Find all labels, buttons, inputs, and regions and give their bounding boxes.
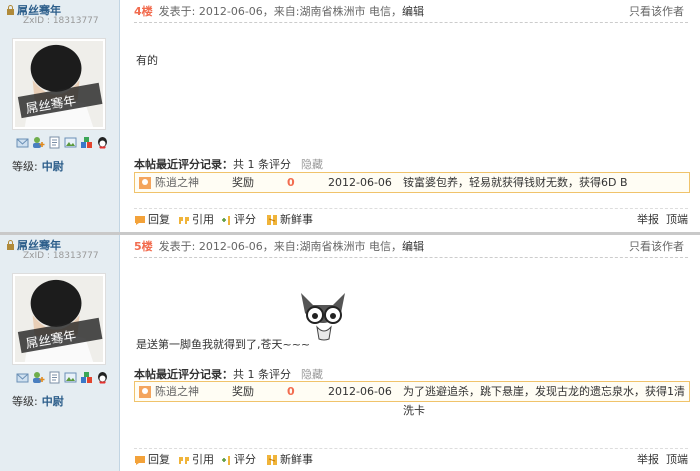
floor-number[interactable]: 5楼 [134, 240, 153, 253]
user-level: 等级: 中尉 [12, 395, 64, 408]
post-time-location: 发表于: 2012-06-06，来自:湖南省株洲市 电信， [158, 5, 402, 18]
reply-icon [135, 456, 145, 465]
user-level: 等级: 中尉 [12, 160, 64, 173]
rate-date: 2012-06-06 [328, 176, 392, 189]
rate-score: 0 [287, 385, 295, 398]
news-icon [267, 215, 277, 225]
post-time-location: 发表于: 2012-06-06，来自:湖南省株洲市 电信， [158, 240, 402, 253]
top-link[interactable]: 顶端 [666, 453, 688, 466]
only-author-link[interactable]: 只看该作者 [629, 2, 684, 22]
profile-icon[interactable] [48, 371, 61, 384]
post-footer-actions: 回复 引用 评分 新鲜事 举报 顶端 [134, 208, 688, 231]
top-link[interactable]: 顶端 [666, 213, 688, 226]
news-icon [267, 455, 277, 465]
avatar[interactable]: 屌丝骞年 [12, 38, 106, 130]
message-icon[interactable] [16, 136, 29, 149]
lock-icon [7, 5, 14, 15]
rater-name[interactable]: 陈逍之神 [155, 382, 199, 401]
rate-header: 本帖最近评分记录：共 1 条评分 隐藏 [134, 158, 323, 171]
edit-link[interactable]: 编辑 [402, 240, 424, 253]
post-main: 4楼 发表于: 2012-06-06，来自:湖南省株洲市 电信，编辑 只看该作者 … [120, 0, 700, 232]
post-footer-actions: 回复 引用 评分 新鲜事 举报 顶端 [134, 448, 688, 471]
rate-reason: 为了逃避追杀，跳下悬崖，发现古龙的遗忘泉水，获得1清洗卡 [403, 385, 685, 417]
cat-emoticon [301, 293, 345, 341]
report-link[interactable]: 举报 [637, 453, 659, 466]
add-friend-icon[interactable] [32, 136, 45, 149]
post-meta: 4楼 发表于: 2012-06-06，来自:湖南省株洲市 电信，编辑 只看该作者 [134, 2, 688, 23]
share-icon[interactable] [80, 136, 93, 149]
post: 屌丝骞年 ZxID : 18313777 屌丝骞年 [0, 0, 700, 235]
reply-button[interactable]: 回复 [134, 209, 170, 231]
rate-date: 2012-06-06 [328, 385, 392, 398]
user-actions [16, 371, 109, 384]
album-icon[interactable] [64, 371, 77, 384]
floor-number[interactable]: 4楼 [134, 5, 153, 18]
rate-type: 奖励 [232, 385, 254, 398]
only-author-link[interactable]: 只看该作者 [629, 237, 684, 257]
report-link[interactable]: 举报 [637, 213, 659, 226]
rate-button[interactable]: 评分 [220, 209, 256, 231]
post-content: 有的 [136, 54, 158, 67]
share-icon[interactable] [80, 371, 93, 384]
lock-icon [7, 240, 14, 250]
avatar-image: 屌丝骞年 [15, 276, 103, 362]
album-icon[interactable] [64, 136, 77, 149]
rater-icon [139, 176, 151, 195]
user-zxid: ZxID : 18313777 [23, 251, 99, 261]
rate-button[interactable]: 评分 [220, 449, 256, 471]
post: 屌丝骞年 ZxID : 18313777 屌丝骞年 [0, 235, 700, 471]
user-zxid: ZxID : 18313777 [23, 16, 99, 26]
rate-record: 陈逍之神 奖励 0 2012-06-06 为了逃避追杀，跳下悬崖，发现古龙的遗忘… [134, 381, 690, 417]
rate-hide-link[interactable]: 隐藏 [301, 368, 323, 381]
profile-icon[interactable] [48, 136, 61, 149]
reply-button[interactable]: 回复 [134, 449, 170, 471]
rate-header: 本帖最近评分记录：共 1 条评分 隐藏 [134, 368, 323, 381]
level-value[interactable]: 中尉 [42, 160, 64, 173]
user-actions [16, 136, 109, 149]
level-value[interactable]: 中尉 [42, 395, 64, 408]
rate-type: 奖励 [232, 176, 254, 189]
news-button[interactable]: 新鲜事 [266, 449, 313, 471]
author-sidebar: 屌丝骞年 ZxID : 18313777 屌丝骞年 等级: 中尉 [0, 235, 120, 471]
rate-hide-link[interactable]: 隐藏 [301, 158, 323, 171]
rate-record: 陈逍之神 奖励 0 2012-06-06 铵富婆包养，轻易就获得钱财无数，获得6… [134, 172, 690, 193]
footer-links: 举报 顶端 [637, 449, 688, 471]
quote-button[interactable]: 引用 [178, 209, 214, 231]
post-meta: 5楼 发表于: 2012-06-06，来自:湖南省株洲市 电信，编辑 只看该作者 [134, 237, 688, 258]
post-content: 是送第一脚鱼我就得到了,苍天~~~ [136, 338, 311, 351]
rater-name[interactable]: 陈逍之神 [155, 173, 199, 192]
rate-reason: 铵富婆包养，轻易就获得钱财无数，获得6D B [403, 176, 628, 189]
quote-button[interactable]: 引用 [178, 449, 214, 471]
rate-icon [222, 456, 230, 465]
avatar[interactable]: 屌丝骞年 [12, 273, 106, 365]
edit-link[interactable]: 编辑 [402, 5, 424, 18]
message-icon[interactable] [16, 371, 29, 384]
reply-icon [135, 216, 145, 225]
quote-icon [179, 217, 189, 224]
rate-icon [222, 216, 230, 225]
author-sidebar: 屌丝骞年 ZxID : 18313777 屌丝骞年 等级: 中尉 [0, 0, 120, 232]
quote-icon [179, 457, 189, 464]
qq-icon[interactable] [96, 136, 109, 149]
qq-icon[interactable] [96, 371, 109, 384]
news-button[interactable]: 新鲜事 [266, 209, 313, 231]
post-main: 5楼 发表于: 2012-06-06，来自:湖南省株洲市 电信，编辑 只看该作者 … [120, 235, 700, 471]
footer-links: 举报 顶端 [637, 209, 688, 231]
avatar-image: 屌丝骞年 [15, 41, 103, 127]
rate-score: 0 [287, 176, 295, 189]
add-friend-icon[interactable] [32, 371, 45, 384]
rater-icon [139, 385, 151, 404]
